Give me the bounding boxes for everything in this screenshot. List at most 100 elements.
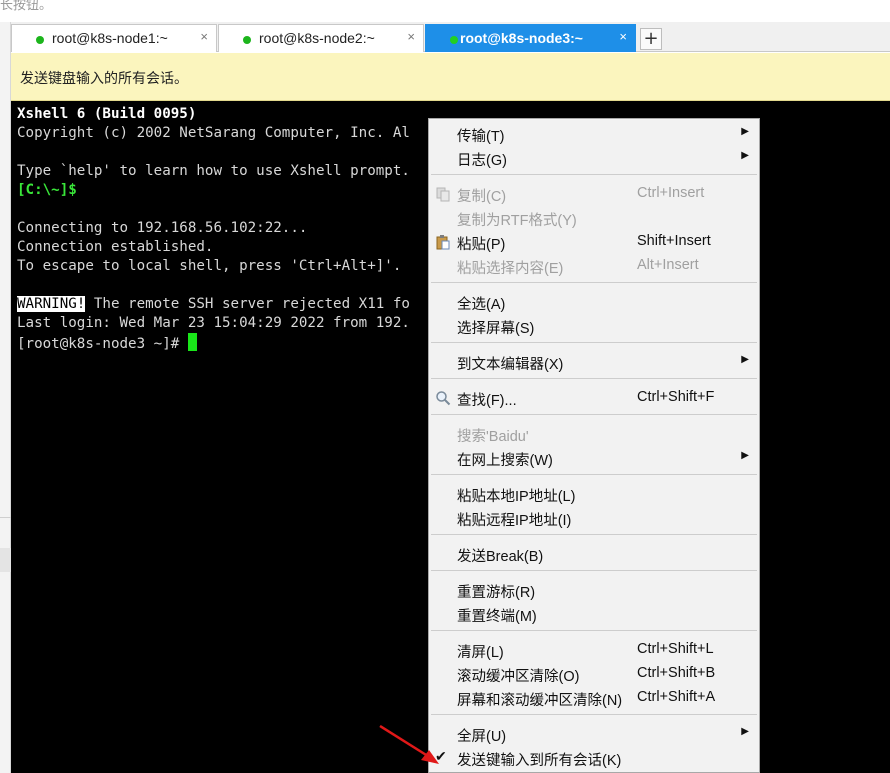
menu-item-paste-remote-ip[interactable]: 粘贴远程IP地址(I) bbox=[429, 506, 759, 530]
new-tab-button[interactable]: + bbox=[640, 28, 662, 50]
menu-item-label: 粘贴选择内容(E) bbox=[457, 261, 564, 277]
menu-separator bbox=[431, 474, 757, 475]
menu-separator bbox=[431, 570, 757, 571]
menu-item-shortcut: Ctrl+Shift+F bbox=[637, 389, 715, 405]
terminal-warning-line: WARNING! The remote SSH server rejected … bbox=[17, 295, 410, 314]
menu-item-label: 发送Break(B) bbox=[457, 549, 544, 565]
copy-icon bbox=[436, 187, 450, 202]
terminal-banner-title: Xshell 6 (Build 0095) bbox=[17, 106, 197, 122]
submenu-arrow-icon: ▶ bbox=[741, 150, 749, 161]
connected-status-icon bbox=[450, 36, 458, 44]
menu-item-copy[interactable]: 复制(C) Ctrl+Insert bbox=[429, 182, 759, 206]
menu-item-label: 滚动缓冲区清除(O) bbox=[457, 669, 580, 685]
top-fragment: 长按钮。 bbox=[0, 0, 890, 22]
menu-item-label: 发送键输入到所有会话(K) bbox=[457, 753, 622, 769]
menu-item-paste-local-ip[interactable]: 粘贴本地IP地址(L) bbox=[429, 482, 759, 506]
terminal-context-menu: 传输(T) ▶ 日志(G) ▶ 复制(C) Ctrl+Insert 复制为RTF… bbox=[428, 118, 760, 773]
menu-separator bbox=[431, 714, 757, 715]
tab-k8s-node1[interactable]: root@k8s-node1:~ × bbox=[11, 24, 217, 52]
menu-item-paste[interactable]: 粘贴(P) Shift+Insert bbox=[429, 230, 759, 254]
menu-item-search-web[interactable]: 在网上搜索(W) ▶ bbox=[429, 446, 759, 470]
menu-item-label: 清屏(L) bbox=[457, 645, 504, 661]
menu-item-label: 查找(F)... bbox=[457, 393, 517, 409]
red-annotation-arrow-icon bbox=[379, 724, 439, 764]
menu-item-select-screen[interactable]: 选择屏幕(S) bbox=[429, 314, 759, 338]
terminal-local-prompt: [C:\~]$ bbox=[17, 182, 77, 198]
menu-item-label: 重置终端(M) bbox=[457, 609, 537, 625]
menu-item-label: 到文本编辑器(X) bbox=[457, 357, 564, 373]
menu-item-label: 选择屏幕(S) bbox=[457, 321, 535, 337]
menu-item-fullscreen[interactable]: 全屏(U) ▶ bbox=[429, 722, 759, 746]
menu-item-shortcut: Alt+Insert bbox=[637, 257, 699, 273]
menu-item-send-break[interactable]: 发送Break(B) bbox=[429, 542, 759, 566]
menu-item-label: 粘贴(P) bbox=[457, 237, 506, 253]
menu-item-shortcut: Ctrl+Insert bbox=[637, 185, 705, 201]
left-gutter-handle[interactable] bbox=[0, 548, 11, 572]
menu-item-log[interactable]: 日志(G) ▶ bbox=[429, 146, 759, 170]
menu-item-reset-terminal[interactable]: 重置终端(M) bbox=[429, 602, 759, 626]
menu-separator bbox=[431, 282, 757, 283]
menu-item-label: 重置游标(R) bbox=[457, 585, 536, 601]
submenu-arrow-icon: ▶ bbox=[741, 126, 749, 137]
menu-item-to-text-editor[interactable]: 到文本编辑器(X) ▶ bbox=[429, 350, 759, 374]
tab-close-icon[interactable]: × bbox=[619, 29, 627, 44]
menu-item-copy-rtf[interactable]: 复制为RTF格式(Y) bbox=[429, 206, 759, 230]
notice-text: 发送键盘输入的所有会话。 bbox=[20, 71, 188, 87]
session-tab-bar: root@k8s-node1:~ × root@k8s-node2:~ × ro… bbox=[11, 22, 890, 52]
tab-close-icon[interactable]: × bbox=[407, 29, 415, 44]
menu-item-label: 全选(A) bbox=[457, 297, 506, 313]
menu-item-label: 复制为RTF格式(Y) bbox=[457, 213, 577, 229]
menu-separator bbox=[431, 174, 757, 175]
warning-tag: WARNING! bbox=[17, 296, 86, 312]
tab-close-icon[interactable]: × bbox=[200, 29, 208, 44]
left-gutter bbox=[0, 22, 11, 773]
menu-item-label: 复制(C) bbox=[457, 189, 507, 205]
menu-separator bbox=[431, 414, 757, 415]
left-gutter-divider bbox=[0, 517, 11, 547]
menu-item-find[interactable]: 查找(F)... Ctrl+Shift+F bbox=[429, 386, 759, 410]
tab-label: root@k8s-node3:~ bbox=[460, 30, 583, 46]
menu-item-label: 传输(T) bbox=[457, 129, 505, 145]
menu-item-clear-screen-and-scrollback[interactable]: 屏幕和滚动缓冲区清除(N) Ctrl+Shift+A bbox=[429, 686, 759, 710]
terminal-last-login-line: Last login: Wed Mar 23 15:04:29 2022 fro… bbox=[17, 315, 410, 331]
tab-k8s-node3[interactable]: root@k8s-node3:~ × bbox=[425, 24, 636, 52]
menu-separator bbox=[431, 630, 757, 631]
tab-k8s-node2[interactable]: root@k8s-node2:~ × bbox=[218, 24, 424, 52]
menu-separator bbox=[431, 534, 757, 535]
menu-item-reset-cursor[interactable]: 重置游标(R) bbox=[429, 578, 759, 602]
menu-item-paste-selection[interactable]: 粘贴选择内容(E) Alt+Insert bbox=[429, 254, 759, 278]
shell-prompt: [root@k8s-node3 ~]# bbox=[17, 336, 188, 352]
menu-item-clear-scrollback[interactable]: 滚动缓冲区清除(O) Ctrl+Shift+B bbox=[429, 662, 759, 686]
paste-icon bbox=[436, 235, 450, 250]
tab-label: root@k8s-node1:~ bbox=[52, 30, 168, 46]
send-to-all-notice-bar: 发送键盘输入的所有会话。 bbox=[11, 53, 890, 101]
menu-item-label: 屏幕和滚动缓冲区清除(N) bbox=[457, 693, 623, 709]
menu-item-transfer[interactable]: 传输(T) ▶ bbox=[429, 122, 759, 146]
terminal-shell-prompt-line: [root@k8s-node3 ~]# bbox=[17, 333, 197, 352]
warning-text: The remote SSH server rejected X11 fo bbox=[85, 296, 410, 312]
menu-item-clear-screen[interactable]: 清屏(L) Ctrl+Shift+L bbox=[429, 638, 759, 662]
menu-item-label: 日志(G) bbox=[457, 153, 507, 169]
menu-item-label: 搜索'Baidu' bbox=[457, 429, 529, 445]
menu-item-shortcut: Ctrl+Shift+A bbox=[637, 689, 716, 705]
submenu-arrow-icon: ▶ bbox=[741, 354, 749, 365]
menu-item-send-input-to-all-sessions[interactable]: ✔ 发送键输入到所有会话(K) bbox=[429, 746, 759, 770]
menu-item-label: 粘贴远程IP地址(I) bbox=[457, 513, 572, 529]
submenu-arrow-icon: ▶ bbox=[741, 726, 749, 737]
menu-item-select-all[interactable]: 全选(A) bbox=[429, 290, 759, 314]
terminal-help-line: Type `help' to learn how to use Xshell p… bbox=[17, 163, 410, 179]
terminal-established-line: Connection established. bbox=[17, 239, 214, 255]
terminal-escape-line: To escape to local shell, press 'Ctrl+Al… bbox=[17, 258, 402, 274]
submenu-arrow-icon: ▶ bbox=[741, 450, 749, 461]
terminal-copyright: Copyright (c) 2002 NetSarang Computer, I… bbox=[17, 125, 410, 141]
menu-item-shortcut: Ctrl+Shift+L bbox=[637, 641, 714, 657]
menu-item-search-baidu[interactable]: 搜索'Baidu' bbox=[429, 422, 759, 446]
connected-status-icon bbox=[243, 36, 251, 44]
menu-item-label: 全屏(U) bbox=[457, 729, 507, 745]
menu-item-shortcut: Shift+Insert bbox=[637, 233, 711, 249]
menu-item-label: 粘贴本地IP地址(L) bbox=[457, 489, 576, 505]
menu-separator bbox=[431, 378, 757, 379]
tab-label: root@k8s-node2:~ bbox=[259, 30, 375, 46]
magnifier-icon bbox=[436, 391, 451, 406]
terminal-connecting-line: Connecting to 192.168.56.102:22... bbox=[17, 220, 308, 236]
